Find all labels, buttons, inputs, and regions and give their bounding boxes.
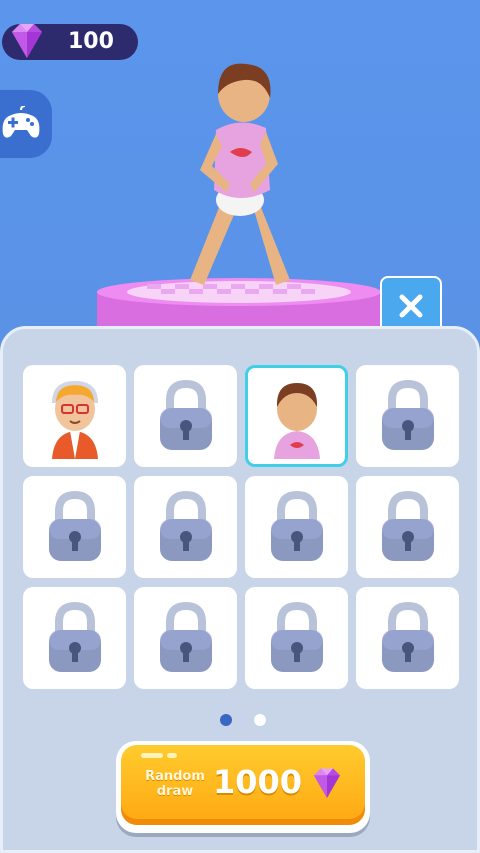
random-draw-button[interactable]: Random draw 1000: [116, 741, 370, 833]
skin-card-locked[interactable]: [245, 587, 348, 689]
gem-counter: 100: [2, 24, 138, 60]
gem-icon: [12, 24, 42, 58]
lock-icon: [159, 491, 212, 561]
lock-icon: [381, 602, 434, 672]
brown-hair-character-avatar: [273, 383, 320, 459]
gamepad-button[interactable]: [0, 90, 52, 158]
skin-card-locked[interactable]: [134, 365, 237, 467]
skin-card-blonde-glasses-character[interactable]: [23, 365, 126, 467]
lock-icon: [381, 491, 434, 561]
lock-icon: [270, 602, 323, 672]
skin-card-locked[interactable]: [356, 587, 459, 689]
random-draw-cost: 1000: [213, 763, 303, 801]
skin-card-locked[interactable]: [23, 587, 126, 689]
skin-card-brown-hair-character[interactable]: [245, 365, 348, 467]
skin-card-locked[interactable]: [356, 476, 459, 578]
lock-icon: [159, 380, 212, 450]
blonde-glasses-character-avatar: [51, 380, 98, 459]
button-shine: [167, 753, 177, 758]
lock-icon: [48, 602, 101, 672]
gem-icon: [314, 768, 340, 798]
skin-panel: Random draw 1000: [0, 326, 480, 853]
lock-icon: [48, 491, 101, 561]
skin-card-locked[interactable]: [356, 365, 459, 467]
lock-icon: [159, 602, 212, 672]
close-icon: [399, 294, 423, 318]
skin-card-locked[interactable]: [134, 587, 237, 689]
skin-grid: [23, 365, 459, 689]
lock-icon: [270, 491, 323, 561]
skin-card-locked[interactable]: [134, 476, 237, 578]
gem-count: 100: [68, 29, 114, 54]
gamepad-icon: [2, 106, 40, 138]
page-indicator: [3, 714, 480, 726]
random-draw-button-face: Random draw 1000: [121, 745, 365, 825]
button-shine: [141, 753, 163, 758]
character-preview: [190, 63, 290, 285]
skin-card-locked[interactable]: [245, 476, 348, 578]
game-scene: 100: [0, 0, 480, 340]
random-draw-label: Random draw: [145, 769, 205, 799]
page-dot-2[interactable]: [254, 714, 266, 726]
page-dot-1[interactable]: [220, 714, 232, 726]
lock-icon: [381, 380, 434, 450]
skin-card-locked[interactable]: [23, 476, 126, 578]
